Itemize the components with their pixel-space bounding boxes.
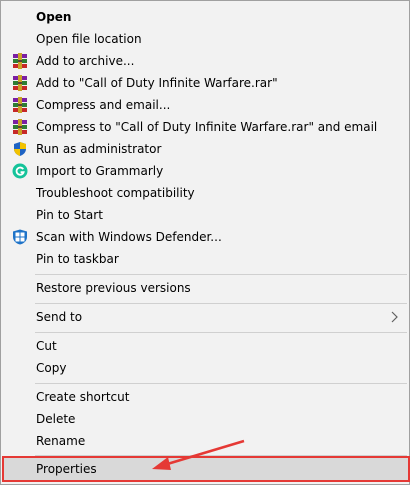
menu-item-label: Open file location [36,32,142,46]
menu-item-import-to-grammarly[interactable]: Import to Grammarly [2,160,408,182]
menu-item-label: Compress and email... [36,98,171,112]
menu-item-open-file-location[interactable]: Open file location [2,28,408,50]
menu-item-create-shortcut[interactable]: Create shortcut [2,386,408,408]
menu-item-label: Add to archive... [36,54,135,68]
windows-defender-icon [13,229,27,245]
winrar-icon [13,97,27,113]
menu-item-pin-to-taskbar[interactable]: Pin to taskbar [2,248,408,270]
menu-item-pin-to-start[interactable]: Pin to Start [2,204,408,226]
menu-separator [35,332,407,333]
menu-item-add-to-archive[interactable]: Add to archive... [2,50,408,72]
menu-separator [35,383,407,384]
menu-item-send-to[interactable]: Send to [2,306,408,328]
menu-item-label: Create shortcut [36,390,130,404]
menu-item-scan-with-defender[interactable]: Scan with Windows Defender... [2,226,408,248]
winrar-icon [13,53,27,69]
chevron-right-icon [391,311,398,323]
menu-item-label: Open [36,10,72,24]
menu-item-label: Scan with Windows Defender... [36,230,222,244]
menu-item-label: Delete [36,412,76,426]
menu-item-compress-to-rar-and-email[interactable]: Compress to "Call of Duty Infinite Warfa… [2,116,408,138]
grammarly-icon [12,163,28,179]
menu-item-label: Send to [36,310,83,324]
menu-item-copy[interactable]: Copy [2,357,408,379]
menu-separator [35,274,407,275]
menu-item-troubleshoot-compatibility[interactable]: Troubleshoot compatibility [2,182,408,204]
context-menu: Open Open file location Add to archive..… [0,0,410,485]
menu-separator [35,303,407,304]
menu-item-label: Rename [36,434,86,448]
winrar-icon [13,119,27,135]
menu-item-label: Cut [36,339,57,353]
menu-item-restore-previous-versions[interactable]: Restore previous versions [2,277,408,299]
menu-item-label: Pin to Start [36,208,103,222]
menu-item-add-to-rar[interactable]: Add to "Call of Duty Infinite Warfare.ra… [2,72,408,94]
menu-item-delete[interactable]: Delete [2,408,408,430]
menu-item-label: Add to "Call of Duty Infinite Warfare.ra… [36,76,278,90]
menu-item-compress-and-email[interactable]: Compress and email... [2,94,408,116]
annotation-highlight-box [2,456,410,482]
menu-item-label: Restore previous versions [36,281,191,295]
menu-item-cut[interactable]: Cut [2,335,408,357]
menu-item-label: Compress to "Call of Duty Infinite Warfa… [36,120,378,134]
menu-item-open[interactable]: Open [2,6,408,28]
menu-item-label: Copy [36,361,67,375]
menu-item-rename[interactable]: Rename [2,430,408,452]
uac-shield-icon [14,142,26,156]
menu-item-label: Pin to taskbar [36,252,119,266]
menu-item-label: Import to Grammarly [36,164,164,178]
menu-item-label: Run as administrator [36,142,162,156]
winrar-icon [13,75,27,91]
menu-item-run-as-administrator[interactable]: Run as administrator [2,138,408,160]
menu-item-label: Troubleshoot compatibility [36,186,195,200]
